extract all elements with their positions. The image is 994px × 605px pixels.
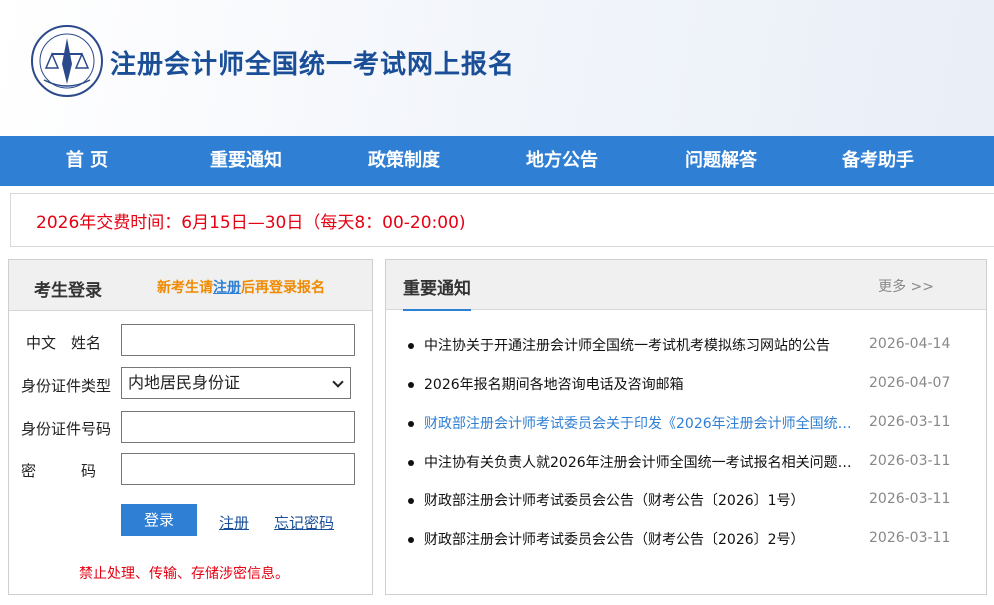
bullet-icon [408, 460, 414, 466]
important-notices-panel: 重要通知 更多 >> 中注协关于开通注册会计师全国统一考试机考模拟练习网站的公告… [385, 259, 987, 595]
news-item-title[interactable]: 中注协关于开通注册会计师全国统一考试机考模拟练习网站的公告 [424, 335, 860, 355]
chevron-down-icon [332, 376, 344, 388]
news-item[interactable]: 中注协有关负责人就2026年注册会计师全国统一考试报名相关问题答记者问 2026… [404, 452, 974, 474]
news-item[interactable]: 财政部注册会计师考试委员会关于印发《2026年注册会计师全国统一考试报名简章》的… [404, 413, 974, 435]
news-item[interactable]: 中注协关于开通注册会计师全国统一考试机考模拟练习网站的公告 2026-04-14 [404, 335, 974, 357]
news-item-title[interactable]: 财政部注册会计师考试委员会公告（财考公告〔2026〕2号） [424, 529, 860, 549]
news-item[interactable]: 2026年报名期间各地咨询电话及咨询邮箱 2026-04-07 [404, 374, 974, 396]
forgot-password-link[interactable]: 忘记密码 [274, 512, 334, 533]
bullet-icon [408, 537, 414, 543]
news-item-date: 2026-04-07 [869, 375, 951, 391]
news-item-date: 2026-03-11 [869, 453, 951, 469]
news-item[interactable]: 财政部注册会计师考试委员会公告（财考公告〔2026〕2号） 2026-03-11 [404, 529, 974, 551]
notices-title: 重要通知 [403, 274, 471, 311]
nav-important-notices[interactable]: 重要通知 [186, 136, 306, 186]
bullet-icon [408, 343, 414, 349]
main-nav: 首 页 重要通知 政策制度 地方公告 问题解答 备考助手 [0, 136, 994, 186]
name-label: 中文 姓名 [26, 334, 102, 352]
login-button[interactable]: 登录 [121, 504, 197, 536]
nav-faq[interactable]: 问题解答 [661, 136, 781, 186]
news-item-date: 2026-03-11 [869, 414, 951, 430]
password-label: 密 码 [21, 462, 97, 480]
register-hint-suffix: 后再登录报名 [241, 280, 325, 296]
nav-home[interactable]: 首 页 [27, 136, 147, 186]
register-link[interactable]: 注册 [219, 512, 249, 533]
id-type-selected-value: 内地居民身份证 [128, 373, 241, 392]
nav-local-announcements[interactable]: 地方公告 [502, 136, 622, 186]
id-number-input[interactable] [121, 411, 355, 443]
register-hint-link[interactable]: 注册 [213, 280, 241, 296]
fee-notice-bar: 2026年交费时间：6月15日—30日（每天8：00-20:00) [10, 193, 994, 247]
password-input[interactable] [121, 453, 355, 485]
candidate-login-panel: 考生登录 新考生请注册后再登录报名 中文 姓名 身份证件类型 内地居民身份证 身… [8, 259, 373, 595]
news-item-title[interactable]: 中注协有关负责人就2026年注册会计师全国统一考试报名相关问题答记者问 [424, 452, 860, 472]
news-item-date: 2026-03-11 [869, 491, 951, 507]
security-warning: 禁止处理、传输、存储涉密信息。 [79, 566, 289, 582]
notices-panel-header: 重要通知 更多 >> [386, 260, 986, 311]
news-item-date: 2026-04-14 [869, 336, 951, 352]
bullet-icon [408, 498, 414, 504]
id-number-label: 身份证件号码 [21, 420, 112, 438]
id-type-select[interactable]: 内地居民身份证 [121, 367, 351, 399]
nav-exam-helper[interactable]: 备考助手 [818, 136, 938, 186]
bullet-icon [408, 382, 414, 388]
login-panel-header: 考生登录 新考生请注册后再登录报名 [9, 260, 372, 311]
site-header: 注册会计师全国统一考试网上报名 [0, 0, 994, 136]
news-item-date: 2026-03-11 [869, 530, 951, 546]
news-item-title[interactable]: 财政部注册会计师考试委员会关于印发《2026年注册会计师全国统一考试报名简章》的… [424, 413, 860, 433]
site-title: 注册会计师全国统一考试网上报名 [110, 50, 516, 80]
login-title: 考生登录 [34, 281, 102, 301]
news-item-title[interactable]: 财政部注册会计师考试委员会公告（财考公告〔2026〕1号） [424, 490, 860, 510]
news-item-title[interactable]: 2026年报名期间各地咨询电话及咨询邮箱 [424, 374, 860, 394]
register-hint: 新考生请注册后再登录报名 [157, 277, 325, 297]
more-link[interactable]: 更多 >> [878, 276, 934, 296]
name-input[interactable] [121, 324, 355, 356]
fee-notice-text: 2026年交费时间：6月15日—30日（每天8：00-20:00) [36, 213, 466, 233]
id-type-label: 身份证件类型 [21, 377, 112, 395]
cicpa-seal-icon [31, 25, 103, 97]
news-item[interactable]: 财政部注册会计师考试委员会公告（财考公告〔2026〕1号） 2026-03-11 [404, 490, 974, 512]
bullet-icon [408, 421, 414, 427]
nav-policies[interactable]: 政策制度 [344, 136, 464, 186]
register-hint-prefix: 新考生请 [157, 280, 213, 296]
